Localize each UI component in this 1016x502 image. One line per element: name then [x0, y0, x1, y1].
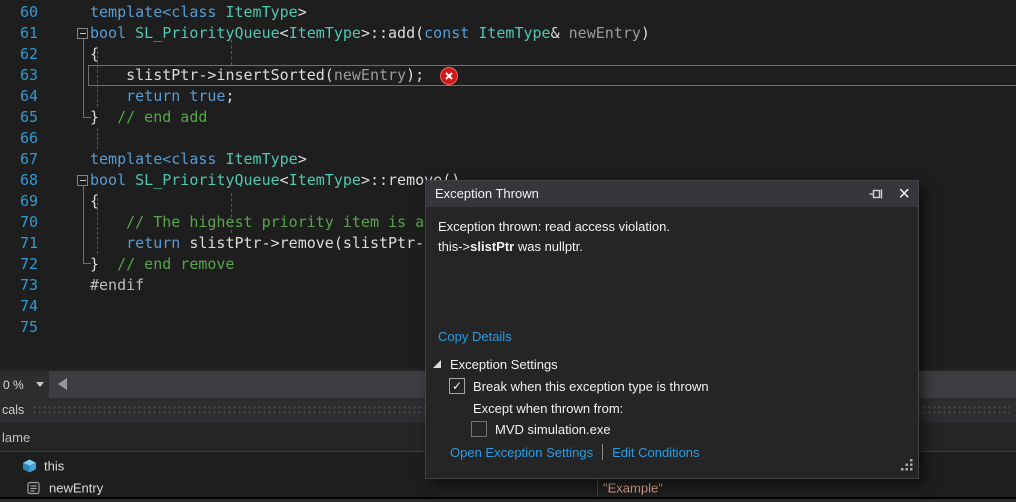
code-text: } // end add	[90, 108, 208, 126]
exception-error-icon[interactable]	[440, 67, 458, 85]
code-text: #endif	[90, 276, 145, 294]
name-column-header: lame	[2, 430, 31, 445]
resize-grip-icon[interactable]	[900, 458, 913, 474]
expander-icon	[433, 359, 441, 368]
variable-name: this	[44, 458, 65, 473]
code-text: template<class ItemType>	[90, 150, 307, 168]
checkbox-checked-icon[interactable]: ✓	[449, 378, 465, 394]
open-exception-settings-link[interactable]: Open Exception Settings	[450, 445, 593, 460]
exception-message: Exception thrown: read access violation.	[438, 219, 670, 234]
checkbox-unchecked-icon[interactable]	[471, 421, 487, 437]
except-when-label: Except when thrown from:	[473, 401, 624, 416]
line-number: 74	[19, 297, 38, 315]
exception-detail: this->slistPtr was nullptr.	[438, 239, 583, 254]
exception-dialog-titlebar[interactable]: Exception Thrown ×	[426, 181, 918, 207]
line-number: 75	[19, 318, 38, 336]
vs-debugger-screen: 60 template<class ItemType> 61 bool SL_Prio…	[0, 0, 1016, 502]
code-text: bool SL_PriorityQueue<ItemType>::remove(…	[90, 171, 461, 189]
object-cube-icon	[22, 459, 37, 472]
code-text: return slistPtr->remove(slistPtr-	[126, 234, 425, 252]
module-checkbox-row[interactable]: MVD simulation.exe	[471, 421, 611, 437]
null-pointer-name: slistPtr	[470, 239, 515, 254]
zoom-level-dropdown[interactable]: 0 %	[0, 371, 50, 398]
line-number: 70	[19, 213, 38, 231]
code-line[interactable]: 60 template<class ItemType>	[0, 2, 650, 23]
outline-scope-line	[83, 39, 84, 118]
line-number: 60	[19, 3, 38, 21]
line-number: 72	[19, 255, 38, 273]
exception-settings-section[interactable]: Exception Settings	[433, 357, 558, 372]
indent-guide	[97, 46, 98, 107]
line-number: 71	[19, 234, 38, 252]
link-separator	[602, 444, 604, 460]
chevron-down-icon	[36, 382, 44, 387]
fold-gutter	[38, 275, 90, 296]
indent-guide	[97, 193, 98, 254]
variable-value: "Example"	[603, 480, 663, 495]
break-checkbox-label: Break when this exception type is thrown	[473, 378, 709, 394]
fold-gutter	[38, 296, 90, 317]
exception-dialog-title: Exception Thrown	[435, 186, 539, 201]
copy-details-link[interactable]: Copy Details	[438, 329, 512, 344]
indent-guide	[231, 40, 232, 65]
indent-guide	[97, 128, 98, 149]
code-text: slistPtr->insertSorted(newEntry);	[90, 66, 425, 84]
scroll-left-icon[interactable]	[58, 378, 67, 390]
exception-dialog: Exception Thrown × Exception thrown: rea…	[425, 180, 919, 479]
pin-icon[interactable]	[868, 186, 884, 202]
fold-collapse-icon[interactable]	[77, 28, 88, 39]
fold-gutter	[38, 2, 90, 23]
line-number: 65	[19, 108, 38, 126]
fold-gutter	[38, 317, 90, 338]
x-glyph	[445, 72, 453, 80]
line-number: 68	[19, 171, 38, 189]
code-text: return true;	[126, 87, 235, 105]
code-line[interactable]: 65 } // end add	[0, 107, 650, 128]
code-text: } // end remove	[90, 255, 235, 273]
code-text: // The highest priority item is a	[126, 213, 425, 231]
line-number: 67	[19, 150, 38, 168]
code-text: bool SL_PriorityQueue<ItemType>::add(con…	[90, 24, 650, 42]
zoom-level-value: 0 %	[3, 377, 24, 392]
line-number: 66	[19, 129, 38, 147]
fold-collapse-icon[interactable]	[77, 175, 88, 186]
code-line[interactable]: 61 bool SL_PriorityQueue<ItemType>::add(c…	[0, 23, 650, 44]
exception-settings-header: Exception Settings	[450, 357, 558, 372]
line-number: 73	[19, 276, 38, 294]
locals-row[interactable]: newEntry "Example"	[0, 478, 1016, 499]
outline-scope-tick	[84, 263, 91, 264]
code-line[interactable]: 67 template<class ItemType>	[0, 149, 650, 170]
module-checkbox-label: MVD simulation.exe	[495, 421, 611, 437]
line-number: 62	[19, 45, 38, 63]
break-checkbox-row[interactable]: ✓ Break when this exception type is thro…	[449, 378, 709, 394]
locals-panel-title: cals	[2, 403, 25, 417]
variable-name: newEntry	[49, 480, 104, 495]
indent-guide	[231, 193, 232, 233]
line-number: 61	[19, 24, 38, 42]
code-text: template<class ItemType>	[90, 3, 307, 21]
field-icon	[27, 481, 40, 494]
line-number: 69	[19, 192, 38, 210]
line-number: 63	[19, 66, 38, 84]
fold-gutter	[38, 149, 90, 170]
line-number: 64	[19, 87, 38, 105]
fold-gutter	[38, 128, 90, 149]
outline-scope-line	[83, 186, 84, 264]
edit-conditions-link[interactable]: Edit Conditions	[612, 445, 699, 460]
outline-scope-tick	[84, 117, 91, 118]
close-icon[interactable]: ×	[898, 181, 910, 207]
